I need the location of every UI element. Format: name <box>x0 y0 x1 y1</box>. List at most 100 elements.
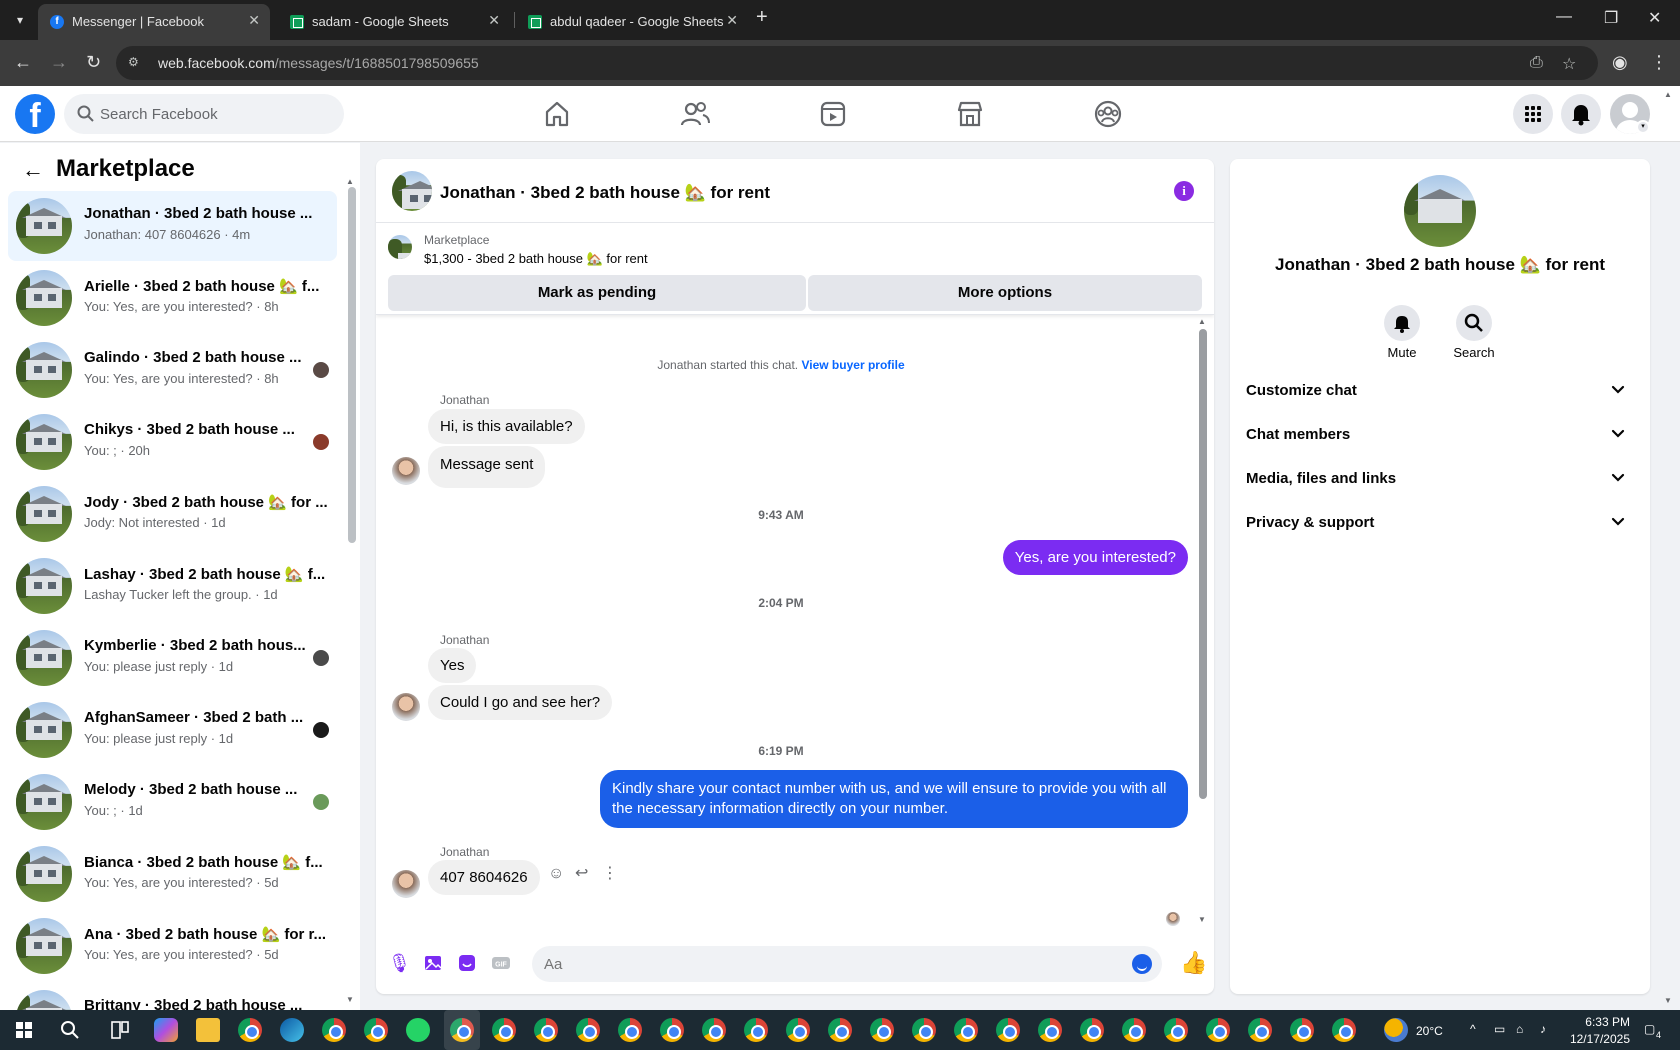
chat-avatar[interactable] <box>392 171 432 211</box>
chrome-taskbar-icon[interactable] <box>702 1018 726 1042</box>
site-info-icon[interactable]: ⚙ <box>128 55 144 71</box>
react-emoji-icon[interactable]: ☺ <box>548 865 564 883</box>
install-app-icon[interactable]: ⎙ <box>1530 54 1543 72</box>
show-hidden-icons[interactable]: ^ <box>1470 1022 1476 1036</box>
thumbs-up-icon[interactable]: 👍 <box>1180 950 1207 976</box>
thread-scrollbar[interactable] <box>1199 329 1207 799</box>
tab-messenger[interactable]: f Messenger | Facebook ✕ <box>38 4 270 40</box>
search-icon[interactable] <box>58 1018 82 1042</box>
sender-avatar[interactable] <box>392 693 420 721</box>
details-section-row[interactable]: Customize chat <box>1246 370 1634 410</box>
chrome-taskbar-icon[interactable] <box>870 1018 894 1042</box>
friends-icon[interactable] <box>679 98 711 130</box>
chrome-taskbar-icon[interactable] <box>1038 1018 1062 1042</box>
account-chevron-icon[interactable]: ▾ <box>1636 120 1650 134</box>
edge-icon[interactable] <box>280 1018 304 1042</box>
details-avatar[interactable] <box>1404 175 1476 247</box>
chrome-taskbar-icon[interactable] <box>444 1010 480 1050</box>
home-icon[interactable] <box>541 98 573 130</box>
mark-as-pending-button[interactable]: Mark as pending <box>388 275 806 311</box>
close-tab-icon[interactable]: ✕ <box>248 12 260 29</box>
scroll-up-icon[interactable]: ▲ <box>1198 317 1206 326</box>
task-view-icon[interactable] <box>108 1018 132 1042</box>
back-icon[interactable]: ← <box>14 52 32 73</box>
conversation-item[interactable]: Arielle · 3bed 2 bath house 🏡 f... You: Y… <box>8 263 337 333</box>
sender-avatar[interactable] <box>392 870 420 898</box>
listing-thumbnail[interactable] <box>388 235 412 259</box>
notifications-button[interactable] <box>1561 94 1601 134</box>
incoming-message[interactable]: Yes <box>428 648 477 683</box>
chrome-taskbar-icon[interactable] <box>912 1018 936 1042</box>
mute-button[interactable] <box>1384 305 1420 341</box>
scroll-up-icon[interactable]: ▲ <box>346 177 354 186</box>
gif-icon[interactable]: GIF <box>490 952 512 974</box>
close-tab-icon[interactable]: ✕ <box>488 12 500 29</box>
more-options-button[interactable]: More options <box>808 275 1202 311</box>
sticker-icon[interactable] <box>456 952 478 974</box>
reload-icon[interactable]: ↻ <box>86 52 101 73</box>
restore-icon[interactable]: ❐ <box>1604 8 1618 28</box>
incoming-message[interactable]: Hi, is this available? <box>428 409 585 444</box>
clock-date[interactable]: 12/17/2025 <box>1562 1032 1630 1046</box>
conversation-item[interactable]: Melody · 3bed 2 bath house ... You: ; · 1… <box>8 767 337 837</box>
chrome-taskbar-icon[interactable] <box>1290 1018 1314 1042</box>
chrome-taskbar-icon[interactable] <box>1080 1018 1104 1042</box>
outgoing-message[interactable]: Kindly share your contact number with us… <box>600 770 1188 828</box>
tab-search-dropdown[interactable]: ▾ <box>8 8 32 32</box>
volume-icon[interactable]: ♪ <box>1540 1022 1546 1036</box>
conversation-item[interactable]: Jonathan · 3bed 2 bath house ... Jonathan… <box>8 191 337 261</box>
chrome-taskbar-icon[interactable] <box>322 1018 346 1042</box>
chrome-taskbar-icon[interactable] <box>238 1018 262 1042</box>
chrome-taskbar-icon[interactable] <box>534 1018 558 1042</box>
conversation-item[interactable]: AfghanSameer · 3bed 2 bath ... You: pleas… <box>8 695 337 765</box>
chrome-taskbar-icon[interactable] <box>1164 1018 1188 1042</box>
chrome-taskbar-icon[interactable] <box>1206 1018 1230 1042</box>
chrome-taskbar-icon[interactable] <box>954 1018 978 1042</box>
conversation-item[interactable]: Ana · 3bed 2 bath house 🏡 for r... You: Y… <box>8 911 337 981</box>
details-section-row[interactable]: Media, files and links <box>1246 458 1634 498</box>
chrome-taskbar-icon[interactable] <box>492 1018 516 1042</box>
new-tab-icon[interactable]: + <box>756 6 768 29</box>
chrome-taskbar-icon[interactable] <box>618 1018 642 1042</box>
incoming-message[interactable]: Message sent <box>428 446 546 488</box>
message-input[interactable] <box>532 946 1162 982</box>
close-tab-icon[interactable]: ✕ <box>726 12 738 29</box>
conversation-item[interactable]: Galindo · 3bed 2 bath house ... You: Yes,… <box>8 335 337 405</box>
sidebar-scrollbar[interactable] <box>348 187 356 543</box>
more-actions-icon[interactable]: ⋮ <box>602 863 618 883</box>
photo-icon[interactable] <box>422 952 444 974</box>
windows-start-icon[interactable] <box>16 1022 32 1038</box>
bookmark-star-icon[interactable]: ☆ <box>1562 54 1576 74</box>
listing-text[interactable]: $1,300 - 3bed 2 bath house 🏡 for rent <box>424 251 648 267</box>
scroll-down-icon[interactable]: ▼ <box>1198 915 1206 924</box>
menu-grid-button[interactable] <box>1513 94 1553 134</box>
weather-temp[interactable]: 20°C <box>1416 1024 1443 1038</box>
conversation-item[interactable]: Lashay · 3bed 2 bath house 🏡 f... Lashay … <box>8 551 337 621</box>
conversation-item[interactable]: Jody · 3bed 2 bath house 🏡 for ... Jody: … <box>8 479 337 549</box>
chrome-taskbar-icon[interactable] <box>996 1018 1020 1042</box>
facebook-logo-icon[interactable]: f <box>15 94 55 135</box>
chrome-taskbar-icon[interactable] <box>1248 1018 1272 1042</box>
omnibox[interactable]: ⚙ web.facebook.com/messages/t/1688501798… <box>116 46 1598 80</box>
chrome-taskbar-icon[interactable] <box>1122 1018 1146 1042</box>
file-explorer-icon[interactable] <box>196 1018 220 1042</box>
clock-time[interactable]: 6:33 PM <box>1570 1015 1630 1029</box>
back-arrow-icon[interactable]: ← <box>22 157 44 183</box>
groups-icon[interactable] <box>1092 98 1124 130</box>
copilot-icon[interactable] <box>154 1018 178 1042</box>
whatsapp-icon[interactable] <box>406 1018 430 1042</box>
facebook-search-box[interactable]: Search Facebook <box>64 94 344 134</box>
details-section-row[interactable]: Privacy & support <box>1246 502 1634 542</box>
incoming-message[interactable]: Could I go and see her? <box>428 685 613 720</box>
chrome-taskbar-icon[interactable] <box>576 1018 600 1042</box>
forward-icon[interactable]: → <box>50 52 68 73</box>
search-in-chat-button[interactable] <box>1456 305 1492 341</box>
chrome-taskbar-icon[interactable] <box>828 1018 852 1042</box>
view-buyer-profile-link[interactable]: View buyer profile <box>801 358 904 372</box>
marketplace-icon[interactable] <box>954 98 986 130</box>
chrome-taskbar-icon[interactable] <box>364 1018 388 1042</box>
video-icon[interactable] <box>817 98 849 130</box>
tab-abdul-sheet[interactable]: abdul qadeer - Google Sheets ✕ <box>516 4 748 40</box>
emoji-icon[interactable] <box>1132 954 1152 974</box>
profile-icon[interactable]: ◉ <box>1612 52 1628 73</box>
